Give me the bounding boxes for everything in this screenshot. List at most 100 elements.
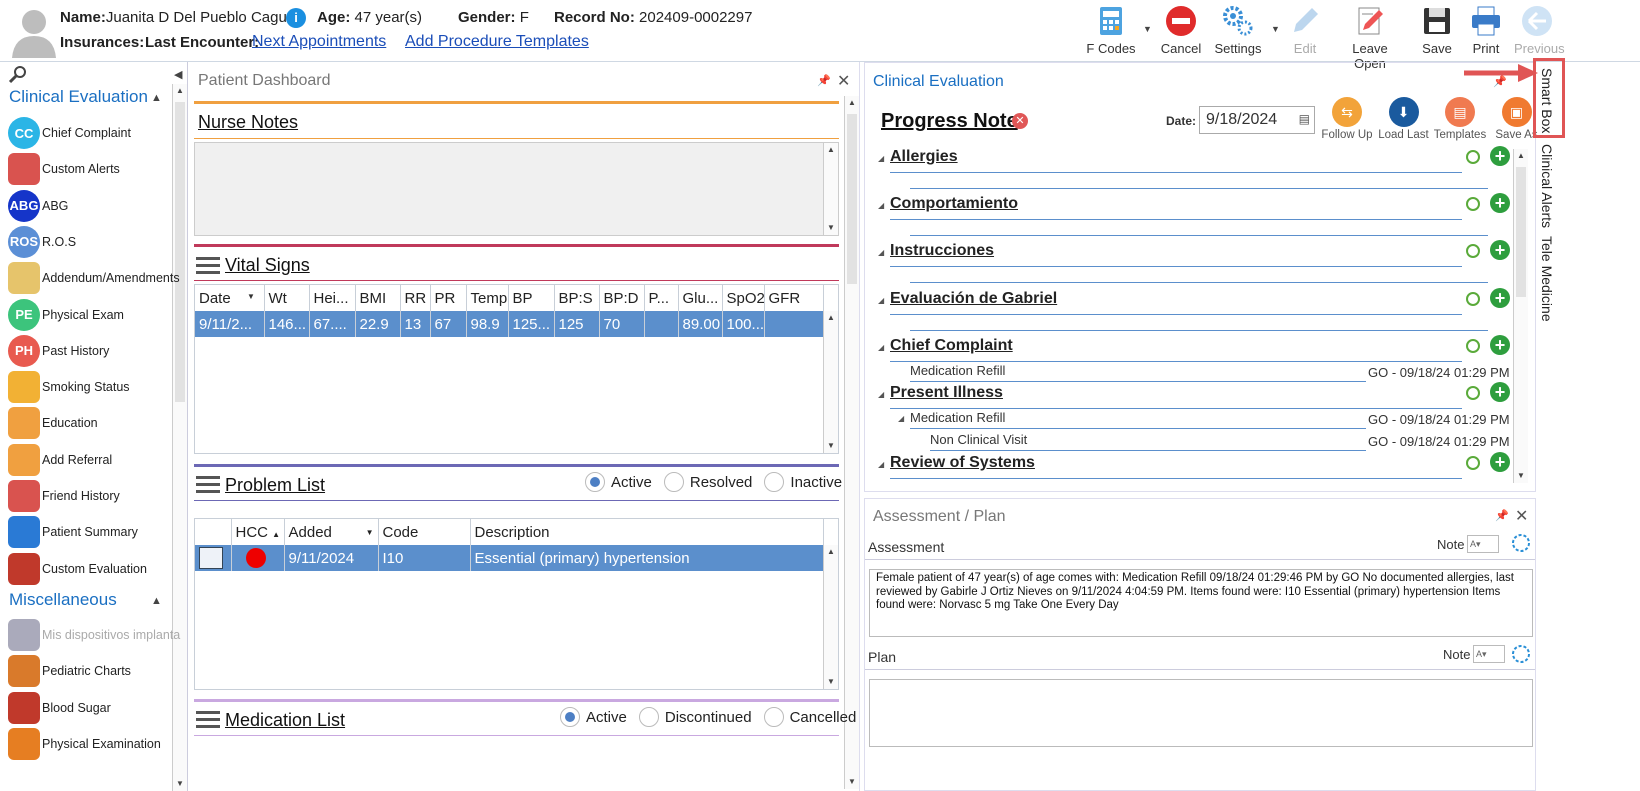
alarm-clock-icon[interactable] — [1466, 292, 1480, 306]
refresh-icon[interactable] — [1511, 533, 1531, 553]
clinical-evaluation-header[interactable]: Clinical Evaluation — [9, 87, 148, 107]
calendar-icon[interactable]: ▤ — [1299, 112, 1310, 126]
clinical-alerts-tab[interactable]: Clinical Alerts — [1539, 144, 1555, 228]
nav-item-custom-alerts[interactable]: Custom Alerts — [8, 152, 187, 186]
column-header-hcc[interactable]: HCC ▲ — [231, 519, 285, 545]
nav-item-add-referral[interactable]: Add Referral — [8, 443, 187, 477]
section-title[interactable]: Allergies — [890, 148, 958, 166]
filter-radio-active[interactable]: Active — [560, 707, 627, 727]
date-picker[interactable]: 9/18/2024 ▤ — [1199, 106, 1315, 134]
vital-column-header[interactable]: Wt — [264, 285, 310, 311]
nav-item-physical-exam[interactable]: PE Physical Exam — [8, 298, 187, 332]
nav-item-friend-history[interactable]: Friend History — [8, 479, 187, 513]
entry-text[interactable]: Medication Refill — [910, 410, 1005, 425]
nav-item-patient-summary[interactable]: Patient Summary — [8, 515, 187, 549]
add-item-icon[interactable]: + — [1490, 382, 1510, 402]
alarm-clock-icon[interactable] — [1466, 386, 1480, 400]
close-icon[interactable]: ✕ — [837, 71, 850, 91]
date-sort-icon[interactable]: ▼ — [247, 292, 255, 301]
assessment-textarea[interactable]: Female patient of 47 year(s) of age come… — [869, 569, 1533, 637]
collapse-triangle-icon[interactable]: ◢ — [878, 201, 884, 210]
alarm-clock-icon[interactable] — [1466, 244, 1480, 258]
vital-column-header[interactable]: PR — [430, 285, 467, 311]
leave-open-button[interactable]: Leave Open — [1338, 4, 1402, 71]
filter-radio-resolved[interactable]: Resolved — [663, 472, 752, 492]
settings-button[interactable]: Settings — [1212, 4, 1264, 58]
vital-column-header[interactable]: BP:S — [554, 285, 600, 311]
nav-item-physical-examination[interactable]: Physical Examination — [8, 727, 187, 761]
column-header-added[interactable]: Added ▼ — [284, 519, 379, 545]
vital-column-header[interactable]: Hei... — [309, 285, 356, 311]
templates-button[interactable]: ▤ Templates — [1430, 97, 1490, 141]
add-item-icon[interactable]: + — [1490, 288, 1510, 308]
section-title[interactable]: Present Illness — [890, 384, 1003, 402]
cancel-button[interactable]: Cancel — [1160, 4, 1202, 58]
refresh-icon[interactable] — [1511, 644, 1531, 664]
hamburger-icon[interactable] — [196, 474, 220, 496]
entry-text[interactable]: Medication Refill — [910, 363, 1005, 378]
nav-item-custom-evaluation[interactable]: Custom Evaluation — [8, 552, 187, 586]
filter-radio-cancelled[interactable]: Cancelled — [763, 707, 856, 727]
section-title[interactable]: Instrucciones — [890, 242, 994, 260]
settings-dropdown-icon[interactable]: ▼ — [1271, 24, 1280, 34]
nav-item-pediatric-charts[interactable]: Pediatric Charts — [8, 654, 187, 688]
add-item-icon[interactable]: + — [1490, 193, 1510, 213]
next-appointments-link[interactable]: Next Appointments — [252, 33, 386, 51]
info-icon[interactable]: i — [286, 8, 306, 28]
collapse-triangle-icon[interactable]: ◢ — [878, 154, 884, 163]
nav-item-education[interactable]: Education — [8, 406, 187, 440]
collapse-triangle-icon[interactable]: ◢ — [878, 296, 884, 305]
vital-column-header[interactable]: BP — [508, 285, 555, 311]
plan-format-dropdown[interactable]: A▾ — [1473, 645, 1505, 663]
collapse-triangle-icon[interactable]: ◢ — [878, 390, 884, 399]
nurse-notes-box[interactable]: ▲ ▼ — [194, 142, 839, 236]
fcodes-dropdown-icon[interactable]: ▼ — [1143, 24, 1152, 34]
miscellaneous-header[interactable]: Miscellaneous — [9, 590, 117, 610]
problem-row[interactable]: 9/11/2024 I10 Essential (primary) hypert… — [195, 545, 824, 571]
column-header-description[interactable]: Description — [470, 519, 824, 545]
vital-column-header[interactable]: Glu... — [678, 285, 723, 311]
collapse-triangle-icon[interactable]: ◢ — [878, 248, 884, 257]
hamburger-icon[interactable] — [196, 709, 220, 731]
section-title[interactable]: Evaluación de Gabriel — [890, 290, 1057, 308]
save-button[interactable]: Save — [1416, 4, 1458, 58]
nav-item-abg[interactable]: ABG ABG — [8, 189, 187, 223]
vital-column-header[interactable]: Temp — [466, 285, 509, 311]
section-title[interactable]: Review of Systems — [890, 454, 1035, 472]
vital-column-header[interactable]: RR — [400, 285, 431, 311]
nav-item-mis-dispositivos-implanta[interactable]: Mis dispositivos implanta — [8, 618, 187, 652]
print-button[interactable]: Print — [1466, 4, 1506, 58]
tele-medicine-tab[interactable]: Tele Medicine — [1539, 236, 1555, 322]
add-item-icon[interactable]: + — [1490, 146, 1510, 166]
follow-up-button[interactable]: ⇆ Follow Up — [1317, 97, 1377, 141]
nav-item-blood-sugar[interactable]: Blood Sugar — [8, 691, 187, 725]
close-icon[interactable]: ✕ — [1515, 506, 1528, 526]
hamburger-icon[interactable] — [196, 255, 220, 277]
previous-button[interactable]: Previous — [1514, 4, 1565, 58]
vital-column-header[interactable]: SpO2 — [722, 285, 765, 311]
alarm-clock-icon[interactable] — [1466, 339, 1480, 353]
vital-column-header[interactable]: BMI — [355, 285, 401, 311]
section-title[interactable]: Comportamiento — [890, 195, 1018, 213]
search-icon[interactable] — [8, 64, 28, 84]
collapse-nav-icon[interactable]: ◀ — [174, 68, 182, 81]
nav-item-r-o-s[interactable]: ROS R.O.S — [8, 225, 187, 259]
plan-textarea[interactable] — [869, 679, 1533, 747]
entry-text[interactable]: Non Clinical Visit — [930, 432, 1027, 447]
add-item-icon[interactable]: + — [1490, 240, 1510, 260]
vital-column-header[interactable]: BP:D — [599, 285, 645, 311]
alarm-clock-icon[interactable] — [1466, 456, 1480, 470]
row-checkbox[interactable] — [195, 545, 232, 571]
pin-icon[interactable]: 📌 — [1495, 509, 1509, 522]
alarm-clock-icon[interactable] — [1466, 197, 1480, 211]
note-scrollbar[interactable]: ▲ ▼ — [1513, 149, 1528, 483]
collapse-triangle-icon[interactable]: ◢ — [878, 460, 884, 469]
remove-note-icon[interactable]: ✕ — [1012, 113, 1028, 129]
collapse-triangle-icon[interactable]: ◢ — [878, 343, 884, 352]
nav-item-chief-complaint[interactable]: CC Chief Complaint — [8, 116, 187, 150]
alarm-clock-icon[interactable] — [1466, 150, 1480, 164]
fcodes-button[interactable]: F Codes — [1085, 4, 1137, 58]
nav-item-smoking-status[interactable]: Smoking Status — [8, 370, 187, 404]
nav-item-past-history[interactable]: PH Past History — [8, 334, 187, 368]
chevron-up-icon[interactable]: ▲ — [151, 595, 162, 607]
